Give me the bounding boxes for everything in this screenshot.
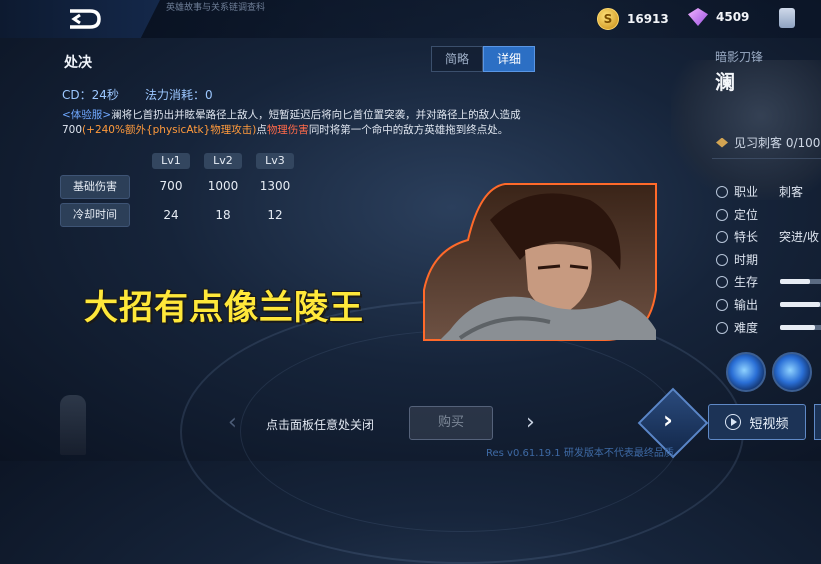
level-header: Lv3 <box>256 153 294 169</box>
row-label-cooldown: 冷却时间 <box>60 203 130 227</box>
attr-label: 职业 <box>734 185 759 199</box>
hero-rank: 见习刺客 0/100 <box>716 134 820 151</box>
table-cell: 12 <box>267 208 283 222</box>
attr-trait: 特长 突进/收 <box>716 228 819 245</box>
attr-label: 难度 <box>734 321 759 335</box>
damage-bar-fill <box>780 302 820 307</box>
table-cell: 18 <box>215 208 231 222</box>
extra-button[interactable] <box>814 404 821 440</box>
attr-label: 输出 <box>734 298 759 312</box>
attr-role: 职业 刺客 <box>716 183 803 200</box>
buy-button[interactable]: 购买 <box>409 406 493 440</box>
skill-icon[interactable] <box>772 352 812 392</box>
divider <box>712 158 821 159</box>
background-statue <box>60 395 86 455</box>
skill-preview-video <box>423 183 657 341</box>
skill-name: 处决 <box>64 55 92 71</box>
desc-part-5: 同时将第一个命中的敌方英雄拖到终点处。 <box>308 124 509 136</box>
gold-amount: 16913 <box>627 12 669 26</box>
card-currency[interactable] <box>779 8 795 28</box>
table-cell: 1300 <box>259 179 291 193</box>
desc-part-3: 点 <box>256 124 267 136</box>
cooldown-text: CD：24秒 <box>62 88 119 102</box>
difficulty-bar-fill <box>780 325 815 330</box>
rank-text: 见习刺客 0/100 <box>734 136 821 150</box>
timing-icon <box>716 253 728 266</box>
damage-bar <box>780 302 821 307</box>
faded-title: 英雄故事与关系链调查科 <box>166 3 266 13</box>
position-icon <box>716 208 728 221</box>
table-cell: 24 <box>163 208 179 222</box>
difficulty-bar <box>780 325 821 330</box>
row-label-base-damage: 基础伤害 <box>60 175 130 199</box>
level-header: Lv2 <box>204 153 242 169</box>
tab-detail[interactable]: 详细 <box>483 46 535 72</box>
role-icon <box>716 185 728 198</box>
table-cell: 1000 <box>207 179 239 193</box>
attr-label: 生存 <box>734 275 759 289</box>
mana-cost-text: 法力消耗：0 <box>145 88 213 102</box>
desc-tag: <体验服> <box>62 109 112 121</box>
attr-timing: 时期 <box>716 251 758 268</box>
play-icon <box>725 414 742 430</box>
level-header: Lv1 <box>152 153 190 169</box>
attr-position: 定位 <box>716 206 758 223</box>
skill-icon[interactable] <box>726 352 766 392</box>
survival-bar-fill <box>780 279 810 284</box>
build-version-text: Res v0.61.19.1 研发版本不代表最终品质 <box>486 448 674 459</box>
damage-icon <box>716 298 728 311</box>
hero-name: 澜 <box>715 70 735 94</box>
detail-toggle: 简略 详细 <box>431 46 535 72</box>
attr-label: 特长 <box>734 230 759 244</box>
attr-value: 突进/收 <box>779 230 820 244</box>
desc-scaling: (+240%额外{physicAtk}物理攻击) <box>82 124 257 136</box>
back-arrow-icon[interactable] <box>66 8 102 30</box>
gold-currency[interactable]: S 16913 <box>597 8 669 30</box>
desc-damage-type: 物理伤害 <box>266 124 309 136</box>
next-arrow-icon: › <box>663 406 673 434</box>
trait-icon <box>716 230 728 243</box>
difficulty-icon <box>716 321 728 334</box>
survival-icon <box>716 275 728 288</box>
attr-value: 刺客 <box>779 185 804 199</box>
diamond-amount: 4509 <box>716 10 750 24</box>
video-subtitle: 大招有点像兰陵王 <box>84 288 364 328</box>
table-cell: 700 <box>159 179 183 193</box>
attr-label: 时期 <box>734 253 759 267</box>
short-video-button[interactable]: 短视频 <box>708 404 806 440</box>
prev-arrow-icon[interactable]: ‹ <box>228 410 237 435</box>
tab-brief[interactable]: 简略 <box>431 46 483 72</box>
next-arrow-small-icon[interactable]: › <box>526 410 535 435</box>
hero-title: 暗影刀锋 <box>715 50 764 64</box>
attr-difficulty: 难度 <box>716 319 758 336</box>
attr-survival: 生存 <box>716 273 758 290</box>
skill-description: <体验服>澜将匕首扔出并眩晕路径上敌人，短暂延迟后将向匕首位置突袭，并对路径上的… <box>62 108 582 138</box>
diamond-icon <box>688 8 708 26</box>
close-hint: 点击面板任意处关闭 <box>266 418 375 432</box>
survival-bar <box>780 279 821 284</box>
gold-coin-icon: S <box>597 8 619 30</box>
diamond-currency[interactable]: 4509 <box>688 8 749 26</box>
attr-label: 定位 <box>734 208 759 222</box>
short-video-label: 短视频 <box>749 416 789 432</box>
rank-icon <box>716 137 728 148</box>
attr-damage: 输出 <box>716 296 758 313</box>
background-rock <box>671 60 821 200</box>
card-icon <box>779 8 795 28</box>
